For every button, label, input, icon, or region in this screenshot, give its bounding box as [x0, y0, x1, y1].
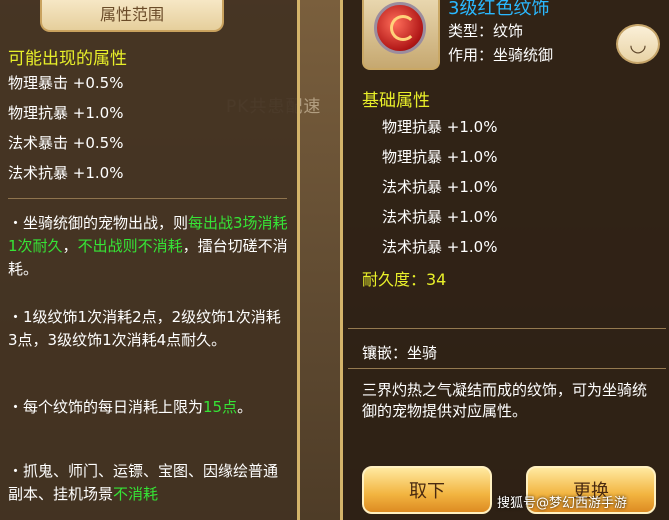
inlay-info: 镶嵌：坐骑: [362, 344, 438, 362]
item-description: 三界灼热之气凝结而成的纹饰，可为坐骑统御的宠物提供对应属性。: [362, 381, 648, 420]
eye-icon: ◡: [629, 32, 647, 56]
rule-paragraph-1: ・坐骑统御的宠物出战，则每出战3场消耗1次耐久，不出战则不消耗，擂台切磋不消耗。: [8, 214, 288, 278]
base-attributes-title: 基础属性: [362, 91, 430, 111]
rule-paragraph-4: ・抓鬼、师门、运镖、宝图、因缘绘普通副本、挂机场景不消耗: [8, 462, 279, 503]
attribute-row: 物理暴击 +0.5%: [8, 74, 124, 92]
attribute-row: 法术抗暴 +1.0%: [8, 164, 124, 182]
red-ornament-icon: [374, 2, 426, 54]
rule-paragraph-3: ・每个纹饰的每日消耗上限为15点。: [8, 398, 253, 416]
item-name: 3级红色纹饰: [448, 0, 550, 19]
remove-button[interactable]: 取下: [362, 466, 492, 514]
base-attribute-row: 法术抗暴 +1.0%: [382, 208, 498, 226]
attribute-row: 物理抗暴 +1.0%: [8, 104, 124, 122]
watermark: 搜狐号@梦幻西游手游: [497, 496, 628, 511]
item-detail-panel: [340, 0, 669, 520]
possible-attributes-title: 可能出现的属性: [8, 49, 127, 69]
flame-swirl-icon: [390, 15, 416, 41]
item-icon-frame: [362, 0, 440, 70]
section-divider: [348, 368, 666, 369]
attribute-range-panel: 属性范围 可能出现的属性 物理暴击 +0.5% 物理抗暴 +1.0% 法术暴击 …: [0, 0, 300, 520]
base-attribute-row: 法术抗暴 +1.0%: [382, 238, 498, 256]
durability-value: 耐久度：34: [362, 270, 447, 289]
toggle-view-button[interactable]: ◡: [616, 24, 660, 64]
item-usage: 作用：坐骑统御: [448, 46, 554, 64]
rule-paragraph-2: ・1级纹饰1次消耗2点，2级纹饰1次消耗3点，3级纹饰1次消耗4点耐久。: [8, 308, 281, 349]
attribute-row: 法术暴击 +0.5%: [8, 134, 124, 152]
base-attribute-row: 物理抗暴 +1.0%: [382, 118, 498, 136]
panel-header: 属性范围: [40, 0, 224, 32]
base-attribute-row: 物理抗暴 +1.0%: [382, 148, 498, 166]
base-attribute-row: 法术抗暴 +1.0%: [382, 178, 498, 196]
section-divider: [8, 198, 287, 199]
section-divider: [348, 328, 666, 329]
item-type: 类型：纹饰: [448, 22, 524, 40]
